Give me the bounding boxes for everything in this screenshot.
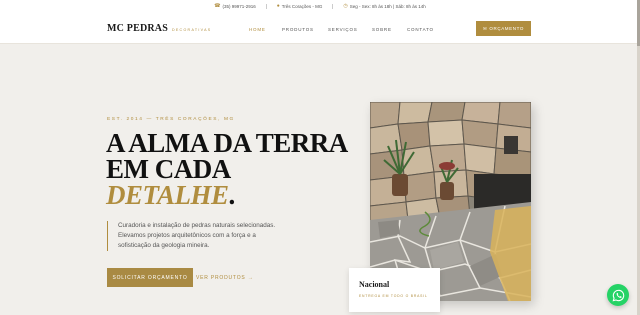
- message-icon: ✉: [483, 25, 488, 31]
- menu-item-sobre[interactable]: SOBRE: [372, 27, 407, 32]
- delivery-card: Nacional ENTREGA EM TODO O BRASIL: [349, 268, 440, 312]
- ver-produtos-link[interactable]: VER PRODUTOS →: [196, 275, 254, 281]
- delivery-card-title: Nacional: [359, 280, 390, 289]
- pin-icon: ●: [276, 3, 280, 9]
- orcamento-button-label: ORÇAMENTO: [489, 26, 524, 31]
- phone-icon: ☎: [214, 3, 221, 9]
- menu-item-produtos[interactable]: PRODUTOS: [282, 27, 328, 32]
- orcamento-button[interactable]: ✉ ORÇAMENTO: [476, 21, 531, 36]
- main-menu: HOME PRODUTOS SERVIÇOS SOBRE CONTATO: [249, 27, 434, 32]
- topbar-divider: [265, 3, 267, 9]
- topbar-phone[interactable]: ☎ (35) 99971-2916: [214, 3, 256, 9]
- topbar-phone-text: (35) 99971-2916: [222, 3, 256, 9]
- clock-icon: ◷: [343, 3, 348, 9]
- whatsapp-icon: [612, 289, 624, 301]
- topbar-divider: [332, 3, 334, 9]
- menu-item-servicos[interactable]: SERVIÇOS: [328, 27, 372, 32]
- main-header: MC PEDRAS DECORATIVAS HOME PRODUTOS SERV…: [0, 12, 640, 44]
- hero-title-dot: .: [228, 180, 236, 210]
- solicitar-orcamento-button[interactable]: SOLICITAR ORÇAMENTO: [107, 268, 193, 287]
- whatsapp-button[interactable]: [607, 284, 629, 306]
- topbar-hours-text: Seg - Sex: 8h às 18h | Sáb: 8h às 14h: [349, 3, 426, 9]
- delivery-card-subtitle: ENTREGA EM TODO O BRASIL: [359, 294, 428, 298]
- hero-description: Curadoria e instalação de pedras naturai…: [107, 221, 277, 251]
- logo-tagline: DECORATIVAS: [171, 28, 212, 32]
- topbar-location: ● Três Corações - MG: [277, 3, 323, 9]
- hero-title-line1: A ALMA DA TERRA: [106, 128, 348, 158]
- hero-title: A ALMA DA TERRA EM CADA DETALHE.: [106, 128, 348, 210]
- hero-title-line3: DETALHE: [106, 180, 229, 210]
- topbar-hours: ◷ Seg - Sex: 8h às 18h | Sáb: 8h às 14h: [343, 3, 425, 9]
- hero-title-line2: EM CADA: [106, 154, 231, 184]
- topbar-location-text: Três Corações - MG: [281, 3, 323, 9]
- logo-brand: MC PEDRAS: [107, 23, 168, 34]
- site-logo[interactable]: MC PEDRAS DECORATIVAS: [107, 23, 212, 34]
- top-info-bar: ☎ (35) 99971-2916 ● Três Corações - MG ◷…: [0, 0, 640, 12]
- menu-item-home[interactable]: HOME: [249, 27, 282, 32]
- menu-item-contato[interactable]: CONTATO: [407, 27, 434, 32]
- hero-eyebrow: EST. 2014 — TRÊS CORAÇÕES, MG: [107, 117, 235, 122]
